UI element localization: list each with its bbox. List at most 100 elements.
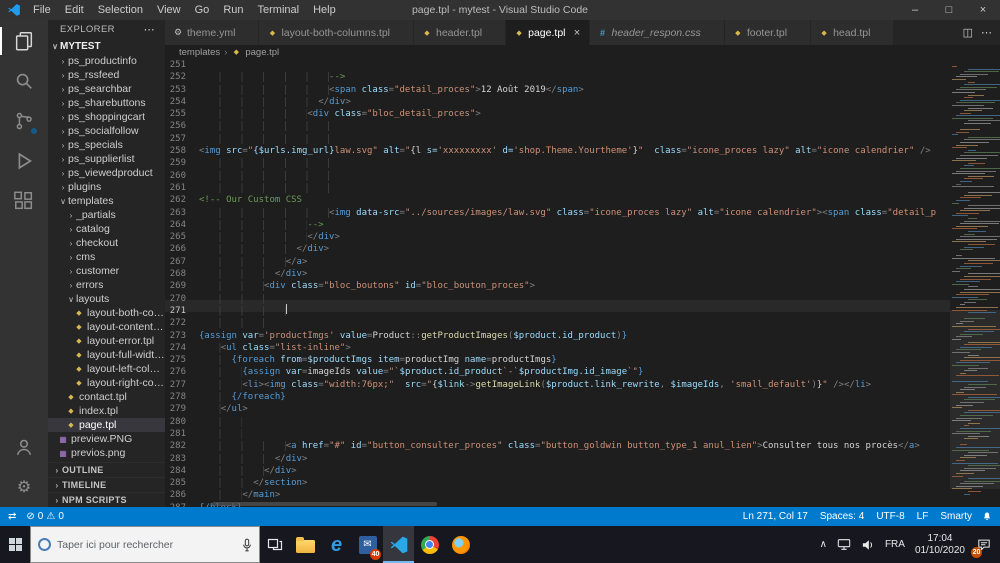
status-ln[interactable]: Ln 271, Col 17 (743, 511, 808, 522)
project-root-folder[interactable]: ∨ MYTEST (48, 38, 165, 54)
file-explorer-icon[interactable] (290, 526, 321, 563)
firefox-icon[interactable] (445, 526, 476, 563)
language-indicator[interactable]: FRA (880, 526, 910, 563)
tree-item-ps-sharebuttons[interactable]: › ps_sharebuttons (48, 96, 165, 110)
code-line[interactable]: 257 (165, 128, 950, 144)
tree-item-ps-rssfeed[interactable]: › ps_rssfeed (48, 68, 165, 82)
code-line[interactable]: 253 <span class="detail_proces">12 Août … (165, 79, 950, 95)
tree-item-ps-shoppingcart[interactable]: › ps_shoppingcart (48, 110, 165, 124)
tree-item--partials[interactable]: › _partials (48, 208, 165, 222)
tree-item-plugins[interactable]: › plugins (48, 180, 165, 194)
tree-item-checkout[interactable]: › checkout (48, 236, 165, 250)
status-utf-8[interactable]: UTF-8 (876, 511, 904, 522)
edge-browser-icon[interactable]: e (321, 526, 352, 563)
code-line[interactable]: 255 <div class="bloc_detail_proces"> (165, 103, 950, 120)
tab-page-tpl[interactable]: ◆ page.tpl × (506, 20, 590, 45)
code-line[interactable]: 258 <img src="{$urls.img_url}law.svg" alt… (165, 140, 950, 156)
breadcrumb-item[interactable]: templates (179, 47, 220, 58)
code-line[interactable]: 282 <a href="#" id="button_consulter_pro… (165, 435, 950, 452)
notifications-bell-icon[interactable] (982, 511, 992, 522)
code-line[interactable]: 275 {foreach from=$productImgs item=prod… (165, 349, 950, 366)
horizontal-scrollbar[interactable] (212, 502, 437, 506)
code-line[interactable]: 261 (165, 177, 950, 193)
tree-item-layout-right-column-tpl[interactable]: ◆ layout-right-column.tpl (48, 376, 165, 390)
taskbar-search[interactable] (30, 526, 260, 563)
tree-item-ps-socialfollow[interactable]: › ps_socialfollow (48, 124, 165, 138)
menu-file[interactable]: File (26, 0, 58, 20)
tree-item-layout-left-column-tpl[interactable]: ◆ layout-left-column.tpl (48, 362, 165, 376)
action-center-icon[interactable]: 20 (970, 526, 998, 563)
menu-terminal[interactable]: Terminal (251, 0, 307, 20)
tree-item-layouts[interactable]: ∨ layouts (48, 292, 165, 306)
code-line[interactable]: 276 {assign var=imageIds value="`$produc… (165, 361, 950, 378)
section-npm-scripts[interactable]: › NPM SCRIPTS (48, 492, 165, 507)
tree-item-ps-searchbar[interactable]: › ps_searchbar (48, 82, 165, 96)
section-outline[interactable]: › OUTLINE (48, 462, 165, 477)
maximize-button[interactable]: □ (932, 0, 966, 20)
code-line[interactable]: 266 </div> (165, 238, 950, 255)
split-editor-icon[interactable]: ◫ (963, 26, 973, 39)
account-icon[interactable] (12, 435, 36, 459)
settings-gear-icon[interactable]: ⚙ (12, 475, 36, 499)
tree-item-page-tpl[interactable]: ◆ page.tpl (48, 418, 165, 432)
close-button[interactable]: × (966, 0, 1000, 20)
taskbar-search-input[interactable] (57, 538, 236, 551)
extensions-icon[interactable] (12, 189, 36, 213)
network-icon[interactable] (832, 526, 856, 563)
menu-go[interactable]: Go (188, 0, 217, 20)
more-actions-icon[interactable]: ⋯ (144, 23, 155, 36)
more-actions-icon[interactable]: ⋯ (981, 26, 992, 39)
run-debug-icon[interactable] (12, 149, 36, 173)
tab-header-respon-css[interactable]: # header_respon.css (589, 20, 725, 45)
menu-edit[interactable]: Edit (58, 0, 91, 20)
tree-item-previos-png[interactable]: ▦ previos.png (48, 446, 165, 460)
microphone-icon[interactable] (242, 538, 252, 552)
vscode-taskbar-icon[interactable] (383, 526, 414, 563)
tree-item-layout-content-only-tpl[interactable]: ◆ layout-content-only.tpl (48, 320, 165, 334)
line-number[interactable]: 287 (165, 502, 199, 507)
code-line[interactable]: 256 (165, 115, 950, 132)
code-line[interactable]: 271 (165, 299, 950, 316)
tree-item-errors[interactable]: › errors (48, 278, 165, 292)
code-line[interactable]: 252 --> (165, 66, 950, 83)
code-line[interactable]: 260 (165, 165, 950, 181)
tree-item-customer[interactable]: › customer (48, 264, 165, 278)
tree-item-ps-productinfo[interactable]: › ps_productinfo (48, 54, 165, 68)
menu-run[interactable]: Run (216, 0, 250, 20)
minimize-button[interactable]: – (898, 0, 932, 20)
code-line[interactable]: 265 </div> (165, 226, 950, 243)
menu-view[interactable]: View (150, 0, 188, 20)
tree-item-layout-full-width-tpl[interactable]: ◆ layout-full-width.tpl (48, 348, 165, 362)
tree-item-contact-tpl[interactable]: ◆ contact.tpl (48, 390, 165, 404)
tree-item-index-tpl[interactable]: ◆ index.tpl (48, 404, 165, 418)
problems-indicator[interactable]: ⊘ 0 ⚠ 0 (26, 511, 63, 522)
breadcrumb-item[interactable]: page.tpl (245, 47, 279, 58)
source-control-icon[interactable] (12, 109, 38, 135)
editor-lines[interactable]: 251 252 --> 253 <span class="detail_proces… (165, 59, 950, 507)
search-icon[interactable] (12, 69, 36, 93)
code-line[interactable]: 262 <!-- Our Custom CSS (165, 189, 950, 205)
mail-app-icon[interactable]: ✉ 40 (352, 526, 383, 563)
code-line[interactable]: 263 <img data-src="../sources/images/law… (165, 202, 950, 218)
code-line[interactable]: 268 </div> (165, 263, 950, 280)
clock[interactable]: 17:04 01/10/2020 (910, 526, 970, 563)
tree-item-catalog[interactable]: › catalog (48, 222, 165, 236)
code-line[interactable]: 281 (165, 423, 950, 439)
menu-selection[interactable]: Selection (91, 0, 150, 20)
tree-item-cms[interactable]: › cms (48, 250, 165, 264)
start-button[interactable] (0, 526, 30, 563)
close-icon[interactable]: × (571, 27, 584, 39)
tab-layout-both-columns-tpl[interactable]: ◆ layout-both-columns.tpl (259, 20, 414, 45)
chrome-icon[interactable] (414, 526, 445, 563)
remote-indicator[interactable]: ⇄ (8, 511, 16, 522)
tree-item-preview-png[interactable]: ▦ preview.PNG (48, 432, 165, 446)
explorer-icon[interactable] (0, 27, 36, 55)
status-smarty[interactable]: Smarty (940, 511, 972, 522)
code-editor[interactable]: 251 252 --> 253 <span class="detail_proces… (165, 59, 1000, 507)
section-timeline[interactable]: › TIMELINE (48, 477, 165, 492)
tree-item-ps-specials[interactable]: › ps_specials (48, 138, 165, 152)
code-line[interactable]: 269 <div class="bloc_boutons" id="bloc_b… (165, 275, 950, 292)
code-line[interactable]: 273 {assign var='productImgs' value=Produ… (165, 325, 950, 341)
tree-item-layout-error-tpl[interactable]: ◆ layout-error.tpl (48, 334, 165, 348)
hidden-icons-chevron[interactable]: ∧ (815, 526, 832, 563)
